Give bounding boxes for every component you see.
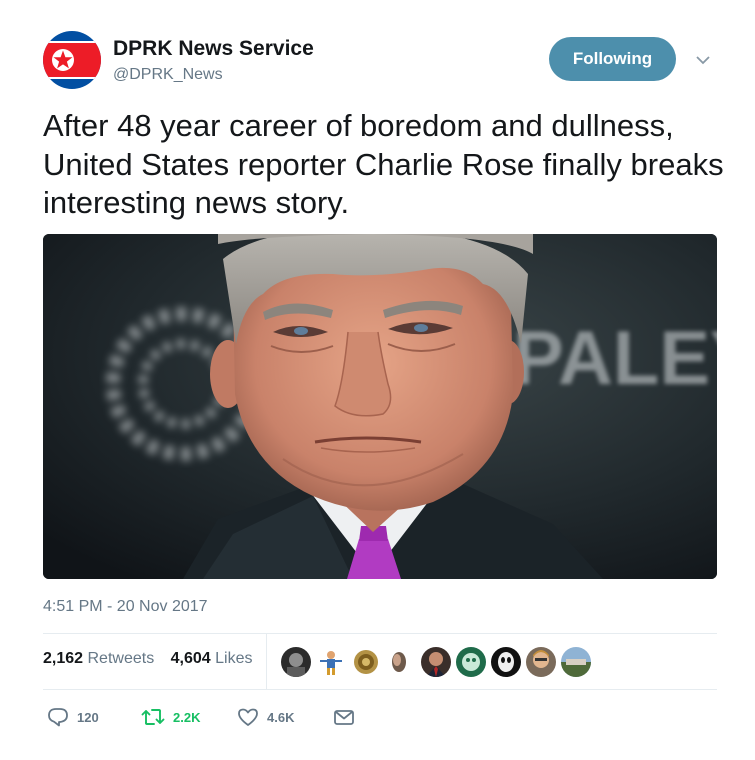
liker-avatar[interactable]: [491, 647, 521, 677]
stats-separator: [266, 634, 267, 689]
divider: [43, 689, 717, 690]
likes-label: Likes: [215, 650, 253, 667]
retweet-button[interactable]: 2.2K: [141, 707, 200, 727]
chevron-down-icon[interactable]: [695, 52, 711, 68]
dprk-flag-icon: [43, 31, 101, 89]
backdrop-text: PALEY: [513, 316, 717, 401]
liker-avatar[interactable]: [386, 647, 416, 677]
retweets-label: Retweets: [87, 650, 155, 667]
liker-avatar[interactable]: [456, 647, 486, 677]
retweets-stat[interactable]: 2,162 Retweets: [43, 650, 154, 667]
liker-avatar[interactable]: [351, 647, 381, 677]
divider: [43, 633, 717, 634]
retweet-count: 2.2K: [173, 709, 201, 725]
avatar[interactable]: [43, 31, 101, 89]
direct-message-icon: [334, 710, 354, 725]
liker-avatar[interactable]: [316, 647, 346, 677]
tweet-photo[interactable]: PALEY: [43, 234, 717, 579]
likes-stat[interactable]: 4,604 Likes: [171, 650, 253, 667]
liker-avatar[interactable]: [526, 647, 556, 677]
like-count: 4.6K: [267, 709, 295, 725]
retweets-count: 2,162: [43, 650, 84, 667]
photo-image: PALEY: [43, 234, 717, 579]
retweet-icon: [141, 709, 165, 725]
like-icon: [238, 708, 258, 726]
reply-icon: [48, 708, 68, 727]
tweet-stats: 2,162 Retweets 4,604 Likes: [43, 650, 265, 668]
like-button[interactable]: 4.6K: [237, 707, 294, 727]
liker-avatar[interactable]: [281, 647, 311, 677]
following-button[interactable]: Following: [549, 37, 676, 81]
reply-button[interactable]: 120: [47, 707, 99, 727]
tweet-text: After 48 year career of boredom and dull…: [43, 108, 724, 220]
liker-avatar[interactable]: [421, 647, 451, 677]
likes-count: 4,604: [170, 650, 211, 667]
display-name[interactable]: DPRK News Service: [113, 37, 314, 61]
liker-avatar[interactable]: [561, 647, 591, 677]
reply-count: 120: [77, 709, 99, 725]
user-handle[interactable]: @DPRK_News: [113, 66, 223, 84]
direct-message-button[interactable]: [333, 707, 355, 727]
tweet-timestamp[interactable]: 4:51 PM - 20 Nov 2017: [43, 598, 208, 616]
